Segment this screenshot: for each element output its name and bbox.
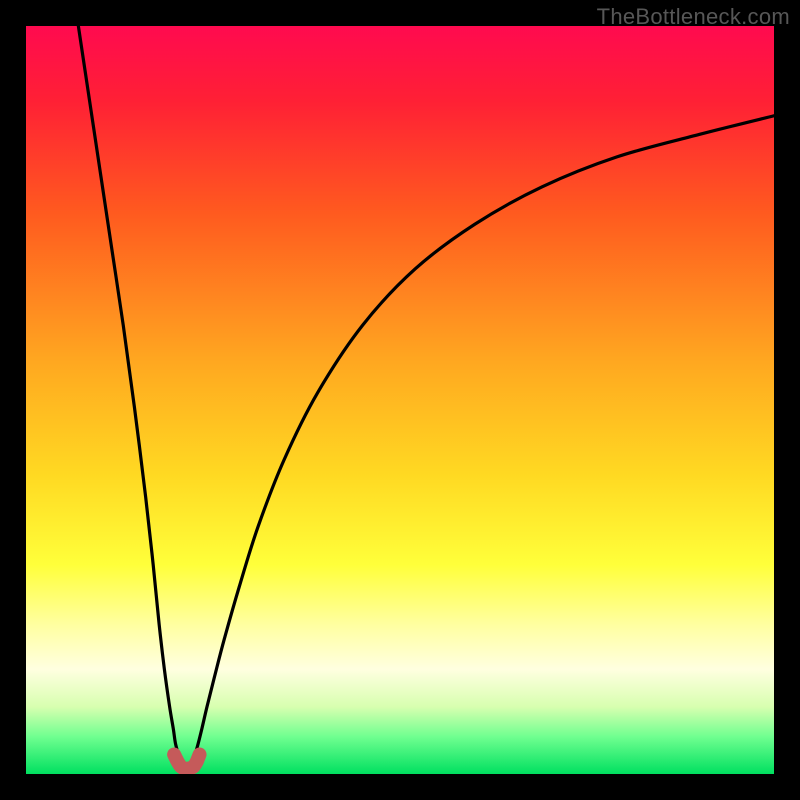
plot-svg xyxy=(26,26,774,774)
plot-area xyxy=(26,26,774,774)
chart-frame: TheBottleneck.com xyxy=(0,0,800,800)
watermark-text: TheBottleneck.com xyxy=(597,4,790,30)
gradient-background xyxy=(26,26,774,774)
